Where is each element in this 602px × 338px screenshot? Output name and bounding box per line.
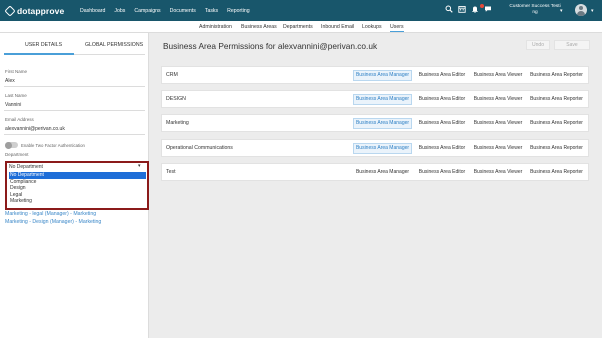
email-field[interactable]: alexvannini@perivan.co.uk <box>5 126 65 132</box>
subnav-departments[interactable]: Departments <box>283 24 313 30</box>
area-name: Test <box>166 169 176 175</box>
top-navbar: dotapprove Dashboard Jobs Campaigns Docu… <box>0 0 602 21</box>
two-factor-label: Enable Two Factor Authentication <box>21 143 85 148</box>
avatar[interactable] <box>575 4 587 16</box>
undo-button[interactable]: Undo <box>526 40 550 50</box>
user-details-panel: USER DETAILS GLOBAL PERMISSIONS First Na… <box>0 33 149 338</box>
role-editor-button[interactable]: Business Area Editor <box>415 94 469 105</box>
nav-campaigns[interactable]: Campaigns <box>134 8 160 14</box>
role-editor-button[interactable]: Business Area Editor <box>415 143 469 154</box>
logo-text: dotapprove <box>17 5 65 16</box>
nav-documents[interactable]: Documents <box>170 8 196 14</box>
role-editor-button[interactable]: Business Area Editor <box>415 70 469 81</box>
department-select[interactable]: No Department <box>9 164 145 171</box>
nav-jobs[interactable]: Jobs <box>114 8 125 14</box>
search-icon[interactable] <box>445 5 453 13</box>
tab-global-permissions[interactable]: GLOBAL PERMISSIONS <box>85 42 143 48</box>
page-title: Business Area Permissions for alexvannin… <box>163 41 378 51</box>
chevron-down-icon[interactable]: ▾ <box>560 8 563 14</box>
active-tab-indicator <box>4 53 74 55</box>
nav-dashboard[interactable]: Dashboard <box>80 8 105 14</box>
tab-user-details[interactable]: USER DETAILS <box>25 42 62 48</box>
department-label: Department <box>5 152 29 157</box>
department-options: No Department Compliance Design Legal Ma… <box>9 172 146 205</box>
subnav-users[interactable]: Users <box>390 24 404 32</box>
email-label: Email Address <box>5 117 34 122</box>
logo-mark-icon <box>4 4 16 17</box>
role-manager-button[interactable]: Business Area Manager <box>353 70 412 81</box>
area-row-marketing: Marketing Business Area Manager Business… <box>161 114 589 132</box>
role-editor-button[interactable]: Business Area Editor <box>415 167 469 178</box>
department-dropdown[interactable]: No Department ▾ No Department Compliance… <box>5 161 149 210</box>
role-viewer-button[interactable]: Business Area Viewer <box>471 94 525 105</box>
area-row-crm: CRM Business Area Manager Business Area … <box>161 66 589 84</box>
calendar-icon[interactable] <box>458 5 466 13</box>
role-viewer-button[interactable]: Business Area Viewer <box>471 70 525 81</box>
role-manager-button[interactable]: Business Area Manager <box>353 143 412 154</box>
user-name[interactable]: Customer Success Testi ng <box>505 4 565 16</box>
bell-icon[interactable] <box>471 5 479 13</box>
nav-reporting[interactable]: Reporting <box>227 8 250 14</box>
role-editor-button[interactable]: Business Area Editor <box>415 118 469 129</box>
first-name-field[interactable]: Alex <box>5 78 15 84</box>
role-viewer-button[interactable]: Business Area Viewer <box>471 167 525 178</box>
role-viewer-button[interactable]: Business Area Viewer <box>471 118 525 129</box>
toggle-knob <box>5 141 12 149</box>
role-viewer-button[interactable]: Business Area Viewer <box>471 143 525 154</box>
last-name-underline <box>4 110 145 111</box>
nav-tasks[interactable]: Tasks <box>205 8 218 14</box>
save-button[interactable]: Save <box>554 40 590 50</box>
role-manager-button[interactable]: Business Area Manager <box>353 167 412 178</box>
main-nav: Dashboard Jobs Campaigns Documents Tasks… <box>80 8 259 14</box>
email-underline <box>4 134 145 135</box>
last-name-field[interactable]: Vannini <box>5 102 21 108</box>
assignment-link[interactable]: Marketing - legal (Manager) - Marketing <box>5 211 96 217</box>
area-row-operational-communications: Operational Communications Business Area… <box>161 139 589 157</box>
area-name: CRM <box>166 72 178 78</box>
first-name-label: First Name <box>5 69 28 74</box>
subnav-lookups[interactable]: Lookups <box>362 24 382 30</box>
subnav-business-areas[interactable]: Business Areas <box>241 24 277 30</box>
two-factor-toggle[interactable] <box>5 141 18 149</box>
area-row-test: Test Business Area Manager Business Area… <box>161 163 589 181</box>
chevron-down-icon[interactable]: ▾ <box>138 163 141 169</box>
role-manager-button[interactable]: Business Area Manager <box>353 94 412 105</box>
role-reporter-button[interactable]: Business Area Reporter <box>527 167 586 178</box>
admin-subnav: Administration Business Areas Department… <box>0 21 602 33</box>
role-manager-button[interactable]: Business Area Manager <box>353 118 412 129</box>
role-reporter-button[interactable]: Business Area Reporter <box>527 70 586 81</box>
chat-icon[interactable] <box>484 5 492 13</box>
avatar-head <box>579 6 583 10</box>
area-name: Operational Communications <box>166 145 233 151</box>
notification-badge <box>480 4 484 8</box>
top-icons <box>445 5 497 13</box>
assignment-link[interactable]: Marketing - Design (Manager) - Marketing <box>5 219 101 225</box>
area-name: DESIGN <box>166 96 186 102</box>
role-reporter-button[interactable]: Business Area Reporter <box>527 94 586 105</box>
avatar-chevron-down-icon[interactable]: ▾ <box>591 8 594 14</box>
role-reporter-button[interactable]: Business Area Reporter <box>527 118 586 129</box>
subnav-administration[interactable]: Administration <box>199 24 232 30</box>
area-name: Marketing <box>166 120 189 126</box>
last-name-label: Last Name <box>5 93 27 98</box>
subnav-inbound-email[interactable]: Inbound Email <box>321 24 354 30</box>
app-logo[interactable]: dotapprove <box>4 0 72 21</box>
role-reporter-button[interactable]: Business Area Reporter <box>527 143 586 154</box>
area-row-design: DESIGN Business Area Manager Business Ar… <box>161 90 589 108</box>
option-marketing[interactable]: Marketing <box>9 198 146 205</box>
user-name-line2: ng <box>532 10 538 15</box>
first-name-underline <box>4 86 145 87</box>
avatar-body <box>577 11 585 16</box>
